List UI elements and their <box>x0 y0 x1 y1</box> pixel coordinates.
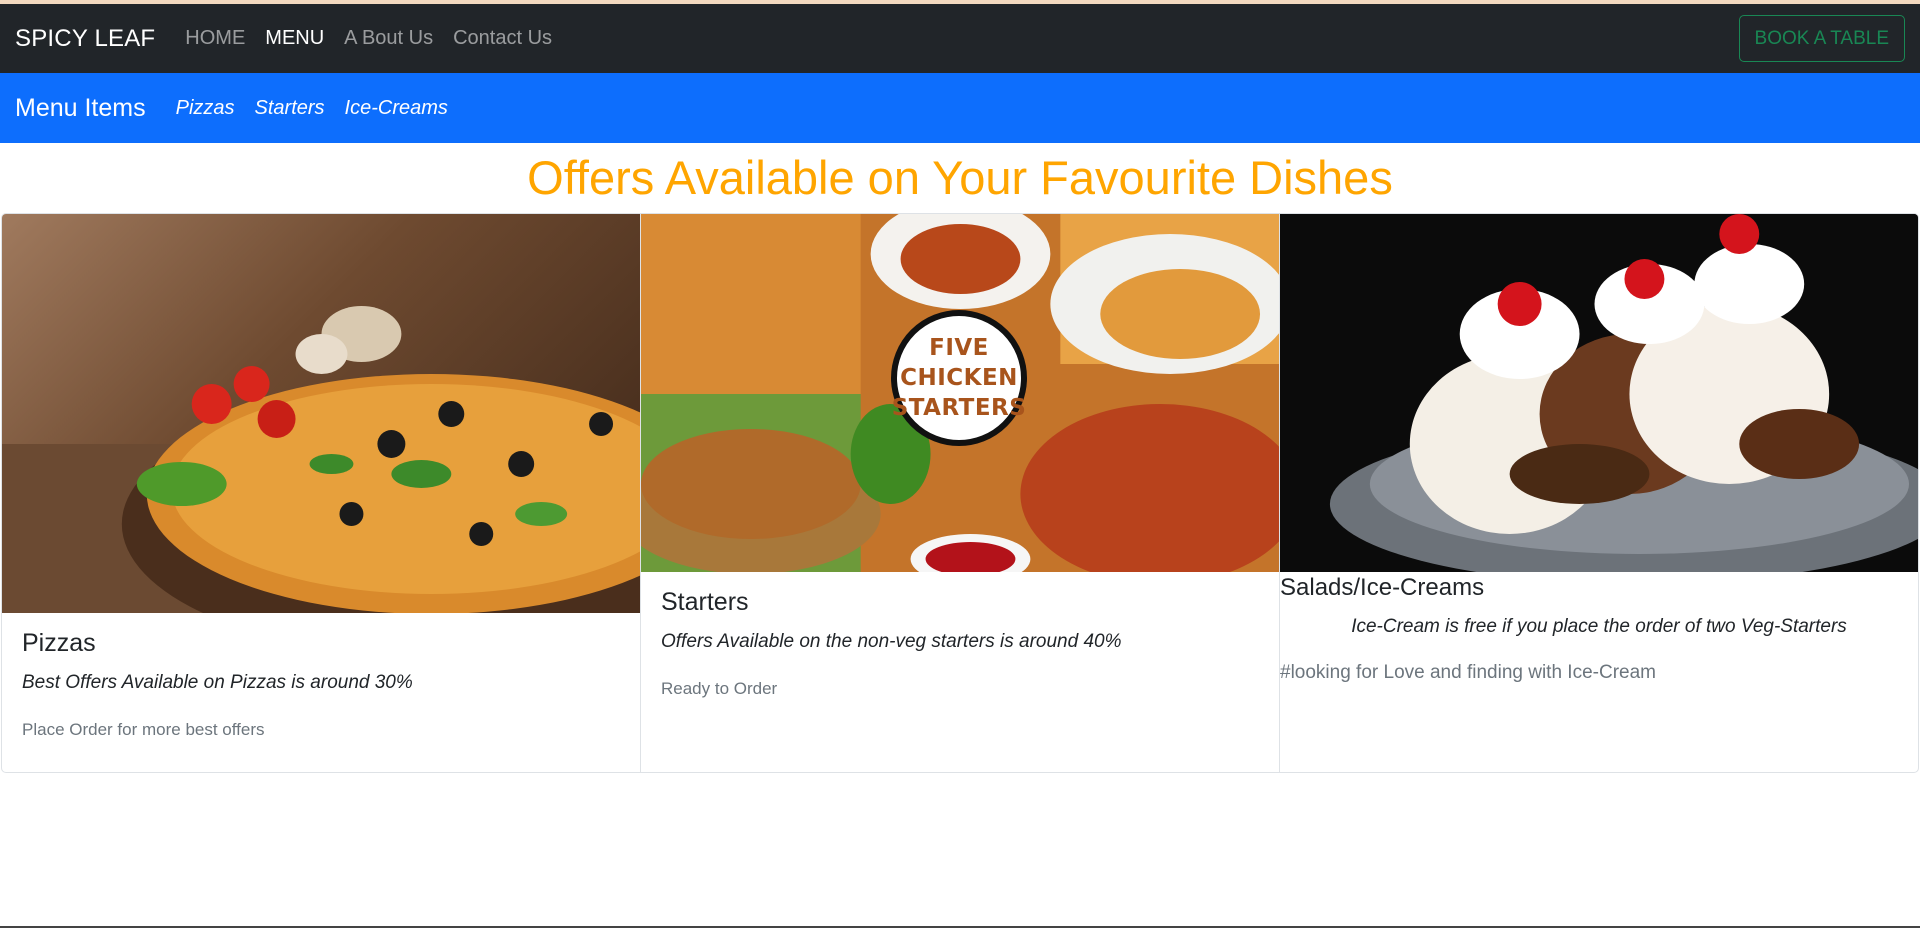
card-body-pizzas: Pizzas Best Offers Available on Pizzas i… <box>2 613 640 756</box>
card-title-icecreams: Salads/Ice-Creams <box>1280 574 1485 601</box>
card-title-pizzas: Pizzas <box>22 629 96 657</box>
card-title-starters: Starters <box>661 588 749 616</box>
card-group: Pizzas Best Offers Available on Pizzas i… <box>1 213 1919 773</box>
menu-subnav: Menu Items Pizzas Starters Ice-Creams <box>0 73 1920 143</box>
brand-logo[interactable]: SPICY LEAF <box>15 25 155 53</box>
five-chicken-starters-badge: FIVE CHICKEN STARTERS <box>891 310 1027 446</box>
book-table-button[interactable]: BOOK A TABLE <box>1738 15 1905 62</box>
badge-line-2: CHICKEN <box>900 365 1018 391</box>
card-text-pizzas: Best Offers Available on Pizzas is aroun… <box>22 672 413 693</box>
card-body-icecreams: Salads/Ice-Creams Ice-Cream is free if y… <box>1280 572 1918 684</box>
nav-link-menu[interactable]: MENU <box>265 27 324 50</box>
subnav-link-starters[interactable]: Starters <box>255 97 325 120</box>
card-note-icecreams: #looking for Love and finding with Ice-C… <box>1280 662 1656 683</box>
card-body-starters: Starters Offers Available on the non-veg… <box>641 572 1279 715</box>
nav-link-contact[interactable]: Contact Us <box>453 27 552 50</box>
subnav-links: Pizzas Starters Ice-Creams <box>176 97 448 120</box>
card-note-starters: Ready to Order <box>661 679 778 698</box>
card-text-icecreams: Ice-Cream is free if you place the order… <box>1351 616 1847 637</box>
nav-link-home[interactable]: HOME <box>185 27 245 50</box>
subnav-link-icecreams[interactable]: Ice-Creams <box>345 97 448 120</box>
nav-link-about[interactable]: A Bout Us <box>344 27 433 50</box>
card-pizzas: Pizzas Best Offers Available on Pizzas i… <box>2 214 641 772</box>
card-note-pizzas: Place Order for more best offers <box>22 720 265 739</box>
card-starters: FIVE CHICKEN STARTERS Starters Offers Av… <box>641 214 1280 772</box>
card-text-starters: Offers Available on the non-veg starters… <box>661 631 1122 652</box>
offers-heading: Offers Available on Your Favourite Dishe… <box>527 151 1393 204</box>
nav-links: HOME MENU A Bout Us Contact Us <box>185 27 552 50</box>
card-icecreams: Salads/Ice-Creams Ice-Cream is free if y… <box>1280 214 1918 772</box>
subnav-link-pizzas[interactable]: Pizzas <box>176 97 235 120</box>
badge-line-3: STARTERS <box>891 395 1027 421</box>
pizza-image <box>2 214 640 613</box>
badge-line-1: FIVE <box>929 335 989 361</box>
main-navbar: SPICY LEAF HOME MENU A Bout Us Contact U… <box>0 4 1920 73</box>
icecream-image <box>1280 214 1918 572</box>
icecream-illustration <box>1280 214 1918 572</box>
pizza-illustration <box>2 306 640 613</box>
subnav-title[interactable]: Menu Items <box>15 94 146 123</box>
starters-image: FIVE CHICKEN STARTERS <box>641 214 1279 572</box>
